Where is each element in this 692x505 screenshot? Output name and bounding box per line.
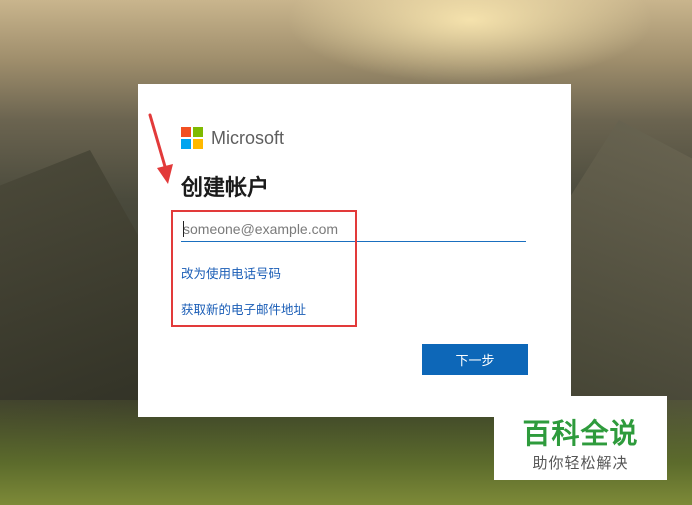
microsoft-logo: Microsoft [181,127,284,149]
microsoft-logo-icon [181,127,203,149]
text-caret [183,221,184,237]
next-button[interactable]: 下一步 [422,344,528,375]
logo-square-yellow [193,139,203,149]
signup-card: Microsoft 创建帐户 改为使用电话号码 获取新的电子邮件地址 下一步 [138,84,571,417]
logo-square-green [193,127,203,137]
use-phone-link[interactable]: 改为使用电话号码 [181,263,281,282]
watermark: 百科全说 助你轻松解决 [494,396,667,480]
email-field[interactable] [181,216,526,242]
watermark-main: 百科全说 [522,417,639,450]
logo-square-red [181,127,191,137]
watermark-sub: 助你轻松解决 [532,454,629,472]
brand-name: Microsoft [211,127,285,148]
get-new-email-link[interactable]: 获取新的电子邮件地址 [181,299,306,318]
logo-square-blue [181,139,191,149]
page-title: 创建帐户 [181,176,270,201]
